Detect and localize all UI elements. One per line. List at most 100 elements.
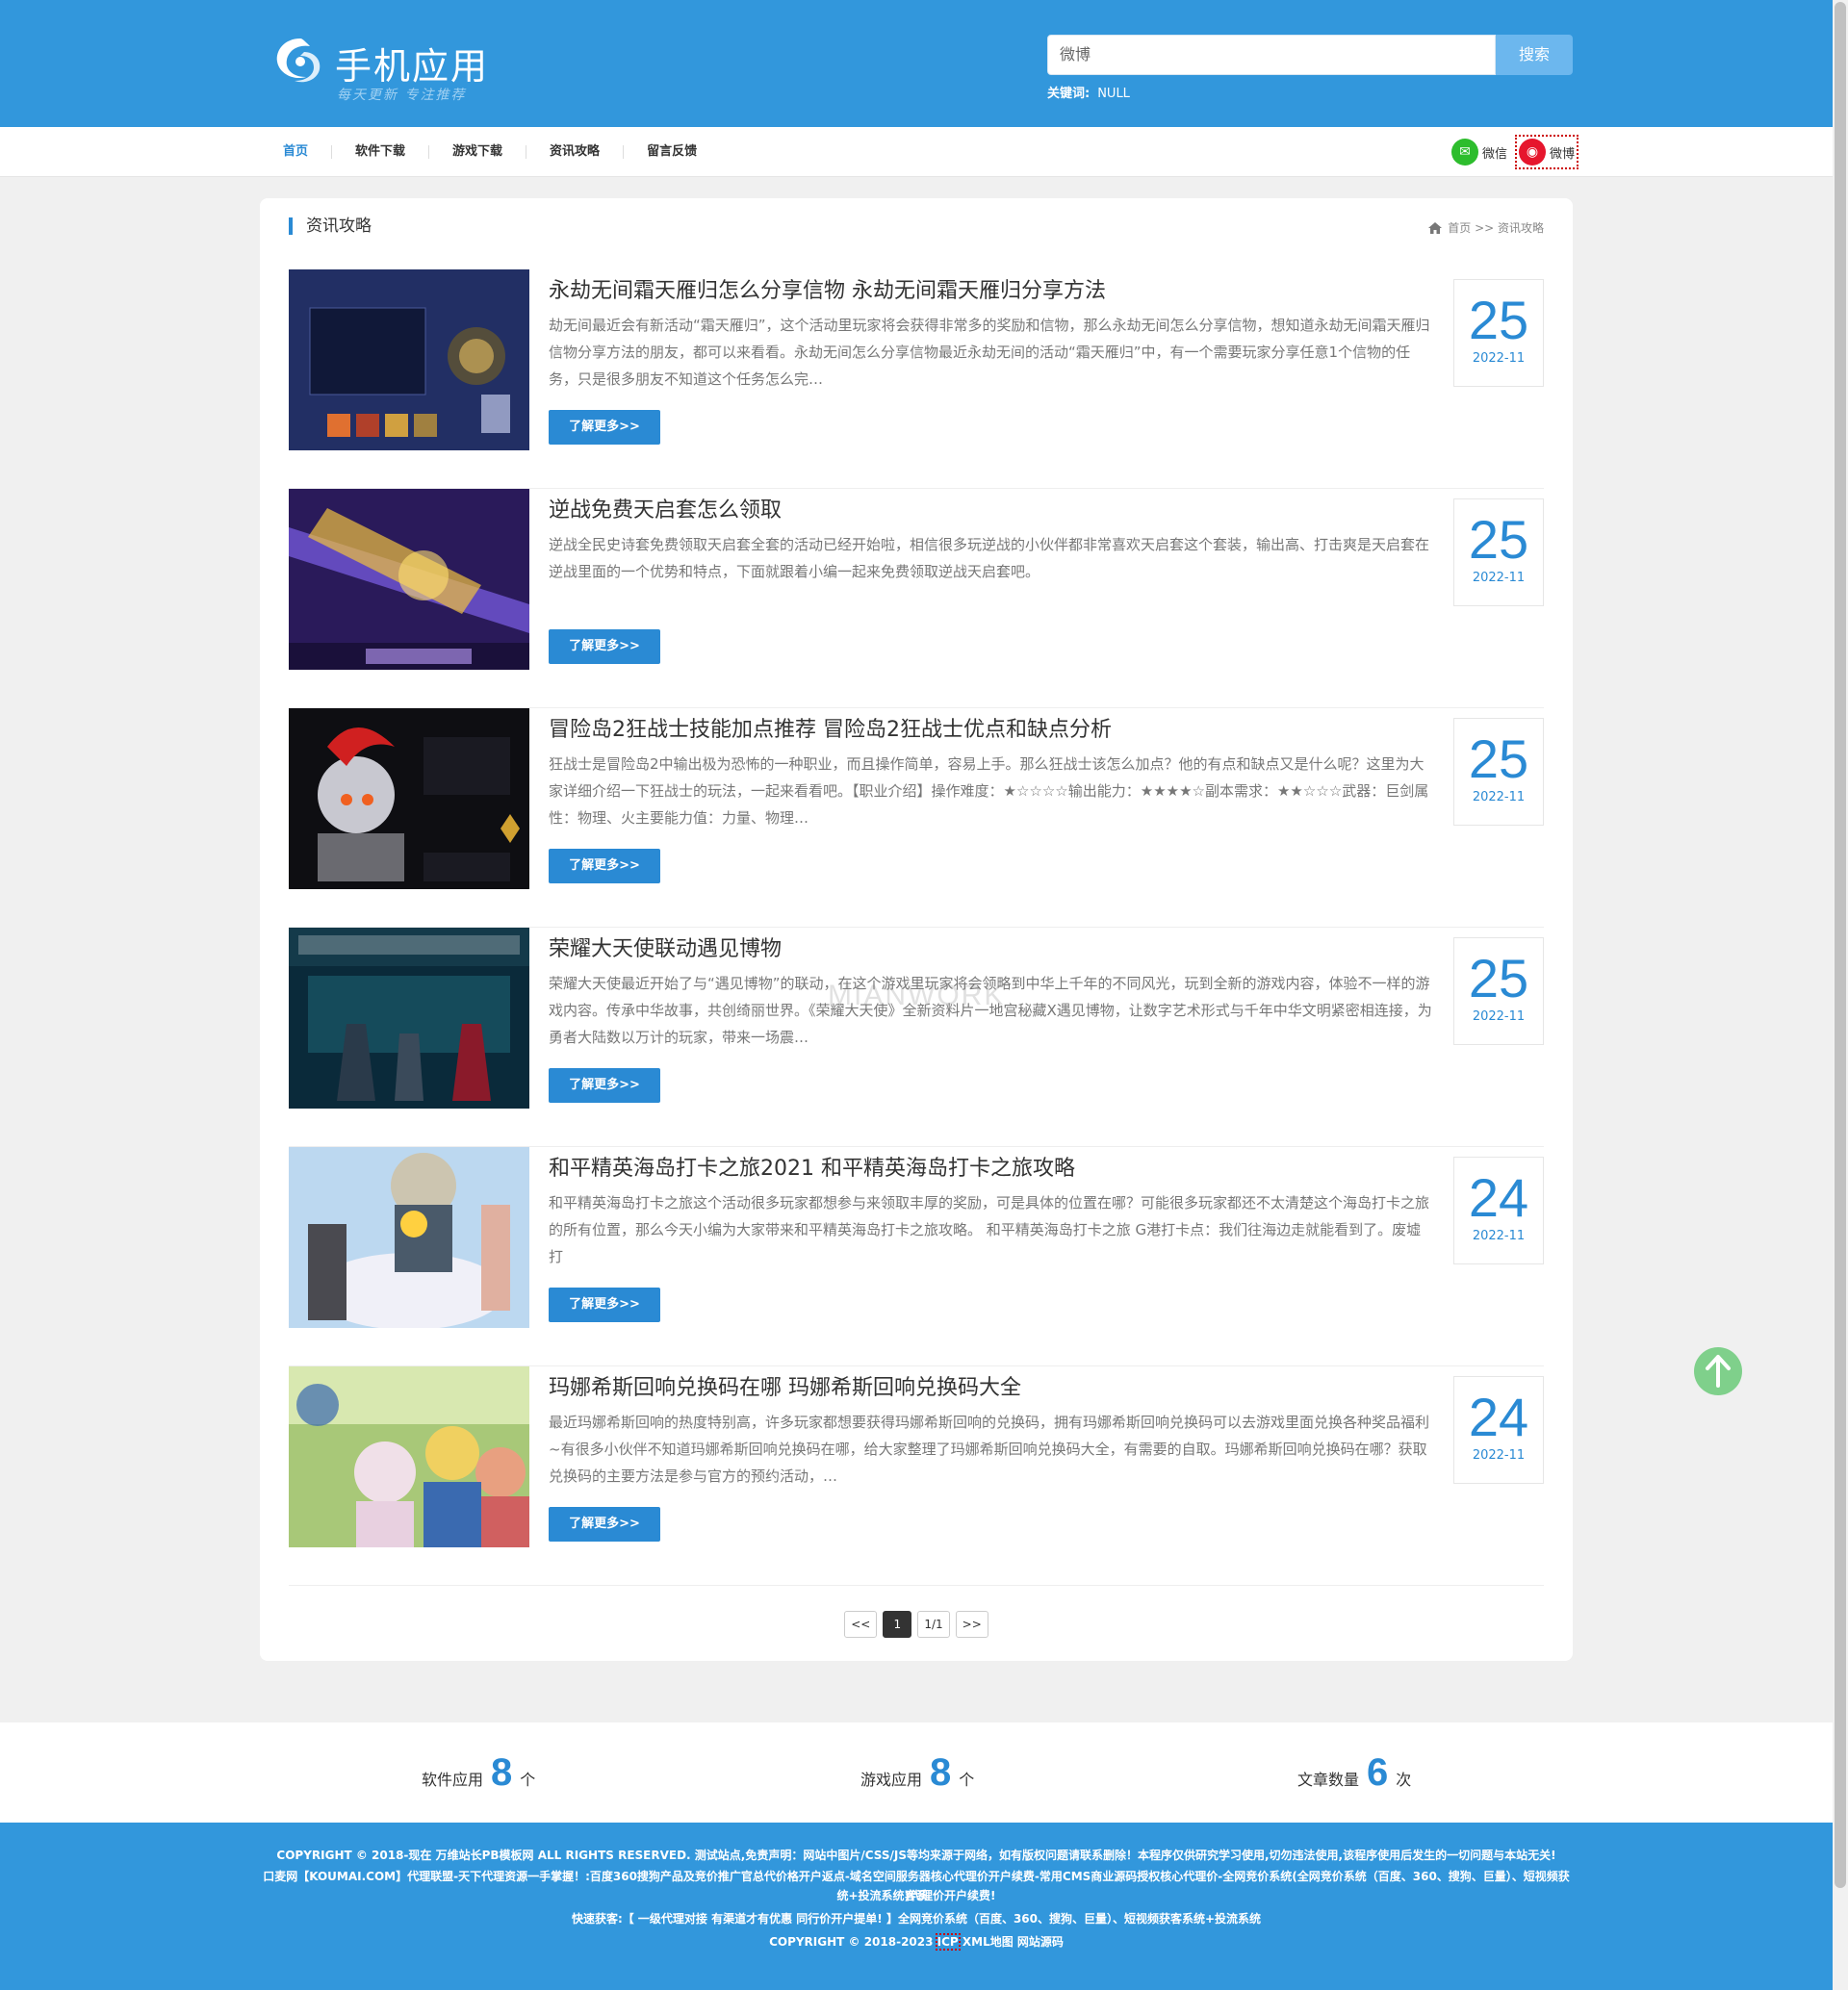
date-year-month: 2022-11 xyxy=(1472,1229,1526,1243)
article-date: 25 2022-11 xyxy=(1453,937,1544,1045)
site-stats: 软件应用 8 个 游戏应用 8 个 文章数量 6 次 xyxy=(0,1722,1833,1823)
share-weibo-label: 微博 xyxy=(1549,146,1575,162)
read-more-button[interactable]: 了解更多>> xyxy=(549,629,660,664)
stat-value: 8 xyxy=(930,1751,952,1794)
article-thumbnail[interactable] xyxy=(289,1147,529,1328)
date-day: 25 xyxy=(1468,290,1529,350)
footer-sitemap-link[interactable]: XML地图 网站源码 xyxy=(959,1935,1064,1949)
back-to-top-button[interactable] xyxy=(1694,1347,1742,1395)
article-title[interactable]: 逆战免费天启套怎么领取 xyxy=(549,493,782,523)
site-logo[interactable]: 手机应用 每天更新 专注推荐 xyxy=(271,29,502,106)
article-date: 24 2022-11 xyxy=(1453,1376,1544,1484)
article-item: 荣耀大天使联动遇见博物 荣耀大天使最近开始了与“遇见博物”的联动，在这个游戏里玩… xyxy=(289,928,1544,1147)
site-footer: COPYRIGHT © 2018-现在 万维站长PB模板网 ALL RIGHTS… xyxy=(0,1823,1833,1990)
nav-item-feedback[interactable]: 留言反馈 xyxy=(624,145,720,159)
article-thumbnail[interactable] xyxy=(289,269,529,450)
article-thumbnail[interactable] xyxy=(289,1366,529,1547)
article-title[interactable]: 荣耀大天使联动遇见博物 xyxy=(549,931,782,962)
keywords-value: NULL xyxy=(1097,87,1130,101)
read-more-button[interactable]: 了解更多>> xyxy=(549,1288,660,1322)
stat-label: 软件应用 xyxy=(422,1771,484,1789)
scrollbar-thumb[interactable] xyxy=(1835,2,1846,1888)
nav-item-games[interactable]: 游戏下载 xyxy=(429,145,527,159)
article-summary: 最近玛娜希斯回响的热度特别高，许多玩家都想要获得玛娜希斯回响的兑换码，拥有玛娜希… xyxy=(549,1414,1430,1485)
article-date: 25 2022-11 xyxy=(1453,279,1544,387)
article-summary: 狂战士是冒险岛2中输出极为恐怖的一种职业，而且操作简单，容易上手。那么狂战士该怎… xyxy=(549,755,1429,827)
share-wechat-link[interactable]: ✉ 微信 xyxy=(1450,137,1509,167)
stat-label: 文章数量 xyxy=(1297,1771,1360,1789)
wechat-icon: ✉ xyxy=(1450,139,1478,166)
nav-item-software[interactable]: 软件下载 xyxy=(332,145,430,159)
footer-copyright-notice: COPYRIGHT © 2018-现在 万维站长PB模板网 ALL RIGHTS… xyxy=(276,1849,1556,1862)
weibo-icon: ◉ xyxy=(1518,139,1546,166)
section-title: 资讯攻略 xyxy=(289,217,372,235)
stat-articles: 文章数量 6 次 xyxy=(1297,1751,1411,1795)
section-header: 资讯攻略 首页 >> 资讯攻略 xyxy=(289,217,1544,244)
article-title[interactable]: 和平精英海岛打卡之旅2021 和平精英海岛打卡之旅攻略 xyxy=(549,1151,1075,1182)
article-item: 逆战免费天启套怎么领取 逆战全民史诗套免费领取天启套全套的活动已经开始啦，相信很… xyxy=(289,489,1544,708)
date-day: 24 xyxy=(1468,1167,1529,1228)
read-more-button[interactable]: 了解更多>> xyxy=(549,1507,660,1542)
keywords-label: 关键词: xyxy=(1047,87,1091,101)
article-list-card: 资讯攻略 首页 >> 资讯攻略 永劫无间霜天雁归怎么分享信物 永劫无间霜天雁归分… xyxy=(260,198,1573,1661)
article-thumbnail[interactable] xyxy=(289,928,529,1109)
date-year-month: 2022-11 xyxy=(1472,571,1526,585)
article-title[interactable]: 冒险岛2狂战士技能加点推荐 冒险岛2狂战士优点和缺点分析 xyxy=(549,712,1112,743)
article-item: 冒险岛2狂战士技能加点推荐 冒险岛2狂战士优点和缺点分析 狂战士是冒险岛2中输出… xyxy=(289,708,1544,928)
pagination-next-button[interactable]: >> xyxy=(955,1611,988,1638)
article-summary: 劫无间最近会有新活动“霜天雁归”，这个活动里玩家将会获得非常多的奖励和信物，那么… xyxy=(549,317,1430,388)
article-thumbnail[interactable] xyxy=(289,489,529,670)
logo-title: 手机应用 xyxy=(335,45,490,88)
date-day: 24 xyxy=(1468,1387,1529,1447)
date-year-month: 2022-11 xyxy=(1472,1448,1526,1463)
page-scrollbar[interactable] xyxy=(1833,0,1848,1990)
watermark: MIANWORK xyxy=(828,980,1006,1011)
article-item: 永劫无间霜天雁归怎么分享信物 永劫无间霜天雁归分享方法 劫无间最近会有新活动“霜… xyxy=(289,269,1544,489)
stat-value: 6 xyxy=(1367,1751,1389,1794)
article-summary: 逆战全民史诗套免费领取天启套全套的活动已经开始啦，相信很多玩逆战的小伙伴都非常喜… xyxy=(549,536,1430,580)
arrow-up-icon xyxy=(1706,1355,1731,1388)
read-more-button[interactable]: 了解更多>> xyxy=(549,849,660,883)
article-date: 25 2022-11 xyxy=(1453,498,1544,606)
stat-games: 游戏应用 8 个 xyxy=(860,1751,974,1795)
article-thumbnail[interactable] xyxy=(289,708,529,889)
date-year-month: 2022-11 xyxy=(1472,351,1526,366)
stat-value: 8 xyxy=(491,1751,513,1794)
search-input[interactable]: 微博 xyxy=(1047,35,1496,75)
stat-label: 游戏应用 xyxy=(860,1771,923,1789)
breadcrumb[interactable]: 首页 >> 资讯攻略 xyxy=(1428,219,1544,236)
date-day: 25 xyxy=(1468,948,1529,1008)
pagination: << 1 1/1 >> xyxy=(260,1611,1573,1638)
date-day: 25 xyxy=(1468,728,1529,789)
share-wechat-label: 微信 xyxy=(1481,146,1507,162)
pagination-prev-button[interactable]: << xyxy=(844,1611,878,1638)
read-more-button[interactable]: 了解更多>> xyxy=(549,1068,660,1103)
site-header: 手机应用 每天更新 专注推荐 微博 搜索 关键词: NULL xyxy=(0,0,1833,127)
date-year-month: 2022-11 xyxy=(1472,1009,1526,1024)
pagination-info: 1/1 xyxy=(917,1611,950,1638)
article-title[interactable]: 玛娜希斯回响兑换码在哪 玛娜希斯回响兑换码大全 xyxy=(549,1370,1021,1401)
search-button[interactable]: 搜索 xyxy=(1496,35,1573,75)
logo-slogan: 每天更新 专注推荐 xyxy=(337,88,467,103)
footer-bottom-line: COPYRIGHT © 2018-2023 ICP XML地图 网站源码 xyxy=(260,1932,1573,1952)
stat-unit: 个 xyxy=(520,1771,536,1789)
article-title[interactable]: 永劫无间霜天雁归怎么分享信物 永劫无间霜天雁归分享方法 xyxy=(549,273,1106,304)
footer-ad-link-cont[interactable]: 统+投流系统)代理价开户续费! xyxy=(260,1886,1573,1905)
date-day: 25 xyxy=(1468,509,1529,570)
pagination-page-1[interactable]: 1 xyxy=(883,1611,912,1638)
share-weibo-link[interactable]: ◉ 微博 xyxy=(1514,135,1579,169)
article-date: 24 2022-11 xyxy=(1453,1157,1544,1264)
search-keywords: 关键词: NULL xyxy=(1047,83,1130,101)
article-summary: 和平精英海岛打卡之旅这个活动很多玩家都想参与来领取丰厚的奖励，可是具体的位置在哪… xyxy=(549,1194,1430,1265)
icp-link[interactable]: ICP xyxy=(935,1933,961,1951)
read-more-button[interactable]: 了解更多>> xyxy=(549,410,660,445)
footer-copyright: COPYRIGHT © 2018-2023 xyxy=(769,1935,937,1949)
nav-item-home[interactable]: 首页 xyxy=(260,145,333,159)
nav-item-news[interactable]: 资讯攻略 xyxy=(526,145,625,159)
stat-unit: 个 xyxy=(959,1771,975,1789)
home-icon xyxy=(1428,221,1443,234)
footer-quick-link[interactable]: 快速获客:【 一级代理对接 有渠道才有优惠 同行价开户提单! 】全网竞价系统（百… xyxy=(260,1909,1573,1928)
logo-swirl-icon xyxy=(276,38,321,83)
share-links: ✉ 微信 ◉ 微博 xyxy=(1442,135,1579,169)
breadcrumb-text: 首页 >> 资讯攻略 xyxy=(1448,221,1544,235)
